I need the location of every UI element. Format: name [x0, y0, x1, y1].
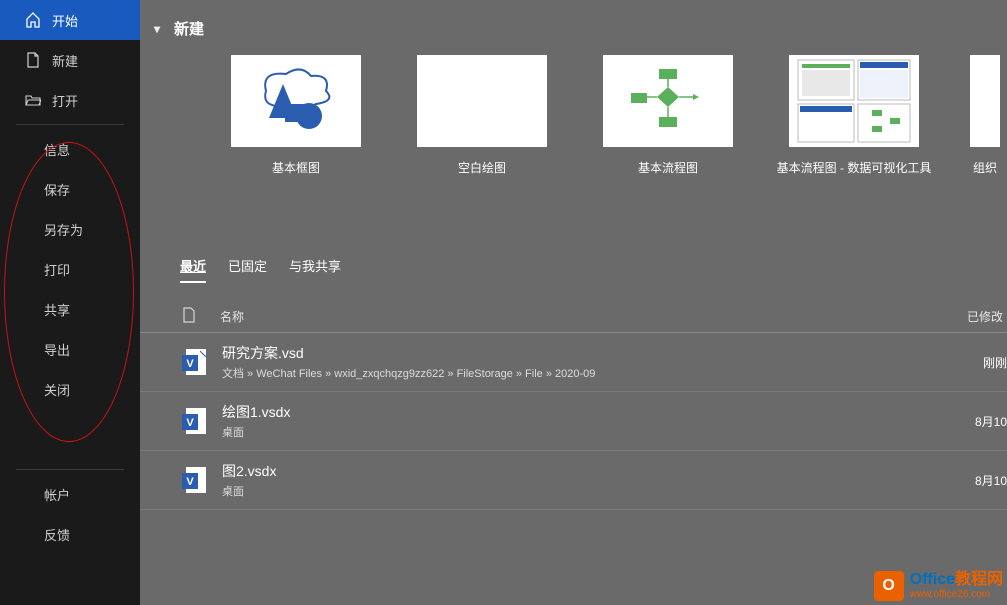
sidebar-item-save-as[interactable]: 另存为 [0, 209, 140, 249]
template-thumb [789, 55, 919, 147]
sidebar-label: 新建 [52, 51, 78, 70]
file-path: 桌面 [222, 424, 967, 440]
file-row[interactable]: V 图2.vsdx 桌面 8月10 [140, 451, 1007, 510]
tab-shared[interactable]: 与我共享 [289, 256, 341, 283]
watermark-icon: O [874, 571, 904, 601]
home-icon [24, 12, 42, 28]
template-flowchart[interactable]: 基本流程图 [598, 55, 738, 176]
new-section-header[interactable]: ▾ 新建 [140, 0, 1007, 49]
open-folder-icon [24, 93, 42, 107]
sidebar-item-export[interactable]: 导出 [0, 329, 140, 369]
template-thumb [231, 55, 361, 147]
sidebar-item-feedback[interactable]: 反馈 [0, 514, 140, 554]
watermark: O Office教程网 www.office26.com [874, 571, 1003, 601]
file-list-header: 名称 已修改 [140, 283, 1007, 333]
file-name: 图2.vsdx [222, 461, 967, 481]
template-flowchart-data[interactable]: 基本流程图 - 数据可视化工具 [784, 55, 924, 176]
template-label: 基本框图 [272, 159, 320, 176]
section-title-text: 新建 [174, 18, 204, 39]
visio-file-icon: V [182, 465, 208, 495]
main-area: ▾ 新建 基本框图 空白绘图 [140, 0, 1007, 605]
template-org[interactable]: 组织 [970, 55, 1000, 176]
recent-tabs: 最近 已固定 与我共享 [140, 176, 1007, 283]
tab-pinned[interactable]: 已固定 [228, 256, 267, 283]
watermark-url: www.office26.com [910, 590, 1003, 600]
document-icon [182, 307, 202, 326]
watermark-title: Office教程网 [910, 572, 1003, 588]
file-path: 文档 » WeChat Files » wxid_zxqchqzg9zz622 … [222, 365, 967, 381]
chevron-down-icon: ▾ [154, 22, 174, 36]
tab-recent[interactable]: 最近 [180, 256, 206, 283]
sidebar-item-open[interactable]: 打开 [0, 80, 140, 120]
sidebar-item-info[interactable]: 信息 [0, 129, 140, 169]
template-label: 基本流程图 [638, 159, 698, 176]
file-modified: 8月10 [967, 413, 1007, 430]
file-row[interactable]: V 绘图1.vsdx 桌面 8月10 [140, 392, 1007, 451]
sidebar: 开始 新建 打开 信息 保存 另存为 打印 共享 导出 关闭 帐户 反馈 [0, 0, 140, 605]
column-name[interactable]: 名称 [220, 308, 244, 325]
sidebar-item-new[interactable]: 新建 [0, 40, 140, 80]
sidebar-item-share[interactable]: 共享 [0, 289, 140, 329]
file-name: 绘图1.vsdx [222, 402, 967, 422]
visio-file-icon: V [182, 406, 208, 436]
file-row[interactable]: V 研究方案.vsd 文档 » WeChat Files » wxid_zxqc… [140, 333, 1007, 392]
column-modified[interactable]: 已修改 [967, 308, 1007, 325]
sidebar-label: 打开 [52, 91, 78, 110]
templates-row: 基本框图 空白绘图 基本流程图 [140, 49, 1007, 176]
sidebar-item-close[interactable]: 关闭 [0, 369, 140, 409]
template-thumb [970, 55, 1000, 147]
file-modified: 8月10 [967, 472, 1007, 489]
template-label: 基本流程图 - 数据可视化工具 [777, 159, 932, 176]
template-blank[interactable]: 空白绘图 [412, 55, 552, 176]
visio-file-icon: V [182, 347, 208, 377]
file-path: 桌面 [222, 483, 967, 499]
template-label: 空白绘图 [458, 159, 506, 176]
template-thumb [417, 55, 547, 147]
sidebar-item-save[interactable]: 保存 [0, 169, 140, 209]
svg-text:V: V [186, 476, 194, 488]
template-thumb [603, 55, 733, 147]
sidebar-item-home[interactable]: 开始 [0, 0, 140, 40]
sidebar-item-print[interactable]: 打印 [0, 249, 140, 289]
svg-text:V: V [186, 358, 194, 370]
template-basic-block[interactable]: 基本框图 [226, 55, 366, 176]
new-file-icon [24, 52, 42, 68]
template-label: 组织 [973, 159, 997, 176]
sidebar-divider [16, 124, 124, 125]
file-name: 研究方案.vsd [222, 343, 967, 363]
sidebar-item-account[interactable]: 帐户 [0, 474, 140, 514]
svg-text:V: V [186, 417, 194, 429]
file-modified: 刚刚 [967, 354, 1007, 371]
sidebar-label: 开始 [52, 11, 78, 30]
sidebar-divider [16, 469, 124, 470]
